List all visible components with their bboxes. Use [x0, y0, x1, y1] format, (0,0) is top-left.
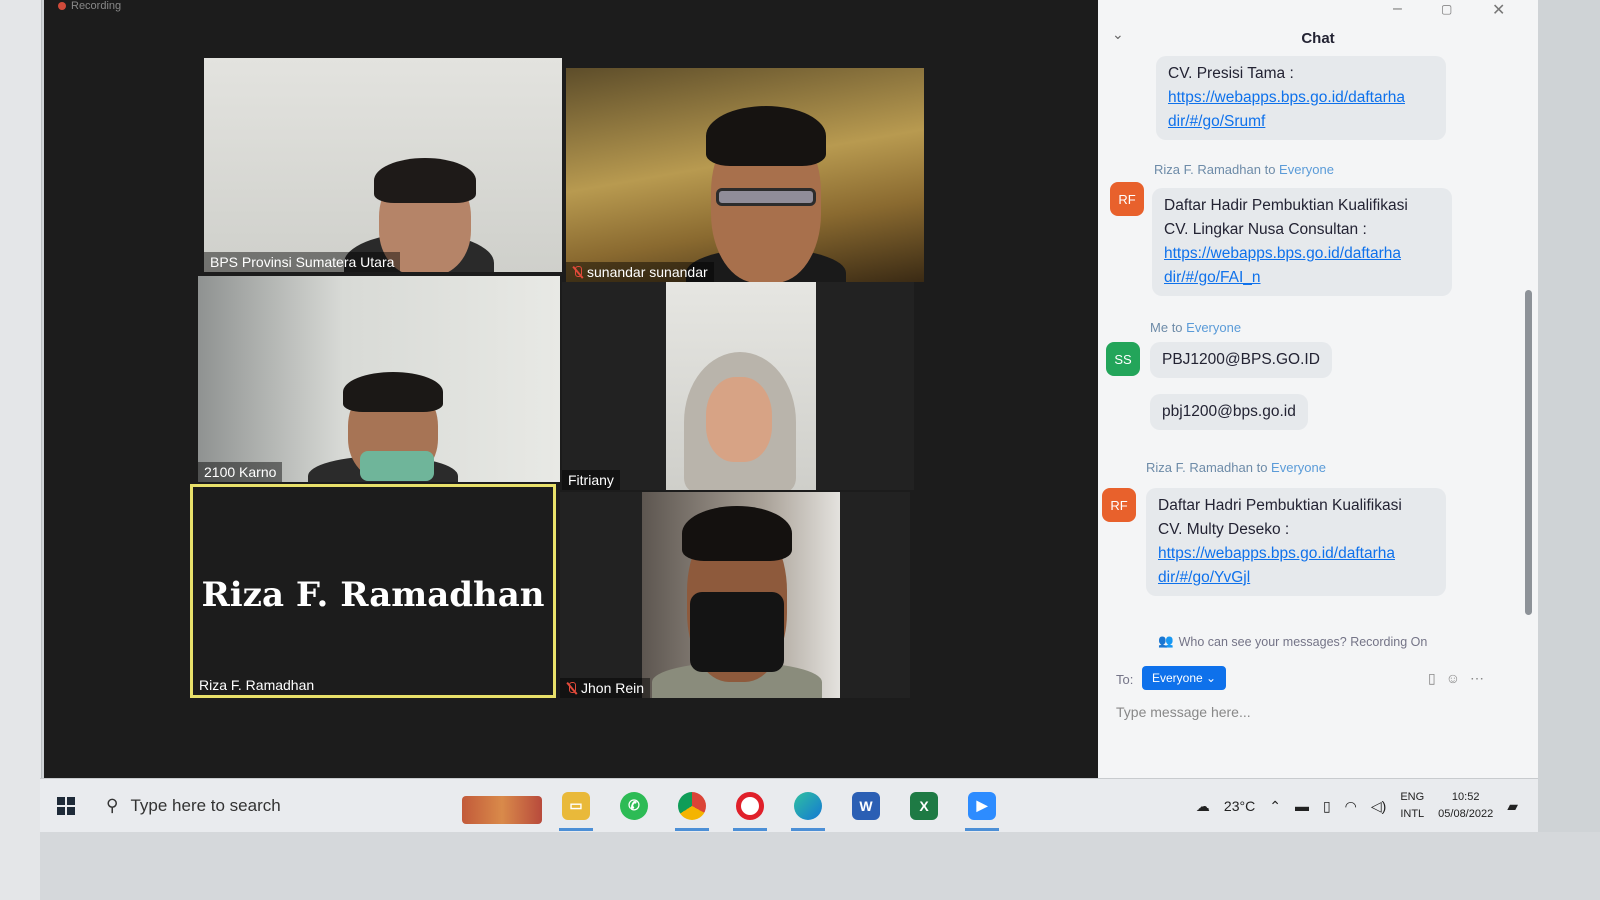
- chat-message: Daftar Hadri Pembuktian Kualifikasi CV. …: [1146, 488, 1446, 596]
- clock[interactable]: 10:52 05/08/2022: [1438, 789, 1493, 823]
- notification-icon[interactable]: ▰: [1507, 798, 1518, 815]
- chat-link[interactable]: https://webapps.bps.go.id/daftarha: [1158, 542, 1434, 566]
- chrome-app[interactable]: [663, 779, 721, 833]
- participant-tile[interactable]: 2100 Karno: [198, 276, 560, 482]
- message-sender: Me to Everyone: [1150, 320, 1242, 335]
- people-icon: 👥: [1158, 634, 1174, 648]
- video-off-name: Riza F. Ramadhan: [201, 575, 545, 615]
- chat-privacy-notice[interactable]: 👥 Who can see your messages? Recording On: [1158, 634, 1427, 649]
- participant-name: Jhon Rein: [560, 678, 651, 698]
- participant-tile[interactable]: BPS Provinsi Sumatera Utara: [204, 58, 562, 272]
- whatsapp-icon: ✆: [620, 791, 648, 820]
- language-indicator[interactable]: ENG INTL: [1400, 789, 1424, 823]
- chat-link[interactable]: dir/#/go/YvGjl: [1158, 566, 1434, 590]
- participant-hair: [682, 506, 792, 561]
- chat-title: Chat: [1301, 30, 1335, 47]
- zoom-icon: ▶: [968, 791, 996, 820]
- face-mask: [360, 451, 434, 481]
- edge-app[interactable]: [779, 779, 837, 833]
- chat-message: CV. Presisi Tama : https://webapps.bps.g…: [1156, 56, 1446, 140]
- message-sender: Riza F. Ramadhan to Everyone: [1154, 162, 1334, 177]
- opera-app[interactable]: [721, 779, 779, 833]
- video-gallery: Recording BPS Provinsi Sumatera Utara su…: [44, 0, 1110, 795]
- participant-name: BPS Provinsi Sumatera Utara: [204, 252, 401, 272]
- participant-name: Riza F. Ramadhan: [199, 677, 315, 693]
- chat-link[interactable]: https://webapps.bps.go.id/daftarha: [1168, 86, 1434, 110]
- folder-tray-icon[interactable]: ▬: [1295, 798, 1309, 814]
- chevron-down-icon: ⌄: [1206, 671, 1217, 685]
- recipient-dropdown[interactable]: Everyone ⌄: [1142, 666, 1227, 690]
- emoji-icon[interactable]: ☺: [1446, 670, 1460, 687]
- recording-indicator: Recording: [58, 0, 121, 12]
- participant-face: [706, 377, 772, 462]
- excel-icon: X: [910, 791, 938, 820]
- avatar: RF: [1102, 488, 1136, 522]
- chat-link[interactable]: https://webapps.bps.go.id/daftarha: [1164, 242, 1440, 266]
- word-icon: W: [852, 791, 880, 820]
- participant-tile[interactable]: Fitriany: [562, 282, 914, 490]
- mic-muted-icon: [572, 265, 583, 279]
- chrome-icon: [678, 791, 706, 820]
- participant-tile-active-speaker[interactable]: Riza F. Ramadhan Riza F. Ramadhan: [190, 484, 556, 698]
- participant-hair: [374, 158, 476, 203]
- chat-scrollbar[interactable]: [1525, 290, 1532, 615]
- participant-tile[interactable]: Jhon Rein: [560, 492, 910, 698]
- participant-hair: [343, 372, 443, 412]
- word-app[interactable]: W: [837, 779, 895, 833]
- participant-name: Fitriany: [562, 470, 620, 490]
- wifi-icon[interactable]: ◠: [1345, 798, 1357, 815]
- chat-message: PBJ1200@BPS.GO.ID: [1150, 342, 1332, 378]
- mic-muted-icon: [566, 681, 577, 695]
- volume-icon[interactable]: ◁): [1371, 798, 1386, 815]
- to-label: To:: [1116, 672, 1134, 687]
- record-dot-icon: [58, 2, 66, 10]
- excel-app[interactable]: X: [895, 779, 953, 833]
- folder-icon: ▭: [562, 791, 590, 820]
- weather-icon[interactable]: ☁: [1196, 798, 1210, 815]
- zoom-app[interactable]: ▶: [953, 779, 1011, 833]
- chat-link[interactable]: dir/#/go/Srumf: [1168, 110, 1434, 134]
- system-tray: ☁ 23°C ⌃ ▬ ▯ ◠ ◁) ENG INTL 10:52 05/08/2…: [1196, 779, 1538, 833]
- screen: Recording BPS Provinsi Sumatera Utara su…: [0, 0, 1600, 900]
- search-highlight-image: [452, 786, 547, 826]
- search-icon: ⚲: [106, 795, 119, 815]
- file-icon[interactable]: ▯: [1428, 670, 1436, 687]
- taskbar-search[interactable]: ⚲ Type here to search: [92, 779, 452, 833]
- chat-toolbar: ▯ ☺ ⋯: [1428, 670, 1484, 687]
- participant-tile[interactable]: sunandar sunandar: [566, 68, 924, 282]
- start-button[interactable]: [40, 796, 92, 815]
- chat-message-input[interactable]: Type message here...: [1116, 704, 1251, 720]
- message-sender: Riza F. Ramadhan to Everyone: [1146, 460, 1326, 475]
- maximize-icon[interactable]: ▢: [1441, 2, 1452, 16]
- edge-icon: [794, 791, 822, 820]
- avatar: RF: [1110, 182, 1144, 216]
- opera-icon: [736, 791, 764, 820]
- close-icon[interactable]: ✕: [1492, 0, 1505, 20]
- avatar: SS: [1106, 342, 1140, 376]
- windows-taskbar: ⚲ Type here to search ▭ ✆ W X ▶ ☁ 23°C ⌃…: [40, 778, 1538, 832]
- monitor-bezel: [40, 832, 1600, 900]
- minimize-icon[interactable]: –: [1393, 0, 1402, 18]
- chat-message: pbj1200@bps.go.id: [1150, 394, 1308, 430]
- chat-message: Daftar Hadir Pembuktian Kualifikasi CV. …: [1152, 188, 1452, 296]
- chevron-up-icon[interactable]: ⌃: [1269, 798, 1281, 815]
- glasses: [716, 188, 816, 206]
- face-mask: [690, 592, 784, 672]
- chat-panel: ⌄ Chat – ▢ ✕ CV. Presisi Tama : https://…: [1098, 0, 1538, 795]
- more-icon[interactable]: ⋯: [1470, 670, 1484, 687]
- file-explorer-app[interactable]: ▭: [547, 779, 605, 833]
- participant-video: [642, 492, 840, 698]
- participant-name: sunandar sunandar: [566, 262, 714, 282]
- battery-icon[interactable]: ▯: [1323, 798, 1331, 815]
- whatsapp-app[interactable]: ✆: [605, 779, 663, 833]
- participant-video: [666, 282, 816, 490]
- windows-icon: [57, 796, 75, 815]
- left-ruler: [0, 0, 42, 900]
- participant-name: 2100 Karno: [198, 462, 283, 482]
- participant-hair: [706, 106, 826, 166]
- chat-link[interactable]: dir/#/go/FAI_n: [1164, 266, 1440, 290]
- temperature[interactable]: 23°C: [1224, 798, 1255, 814]
